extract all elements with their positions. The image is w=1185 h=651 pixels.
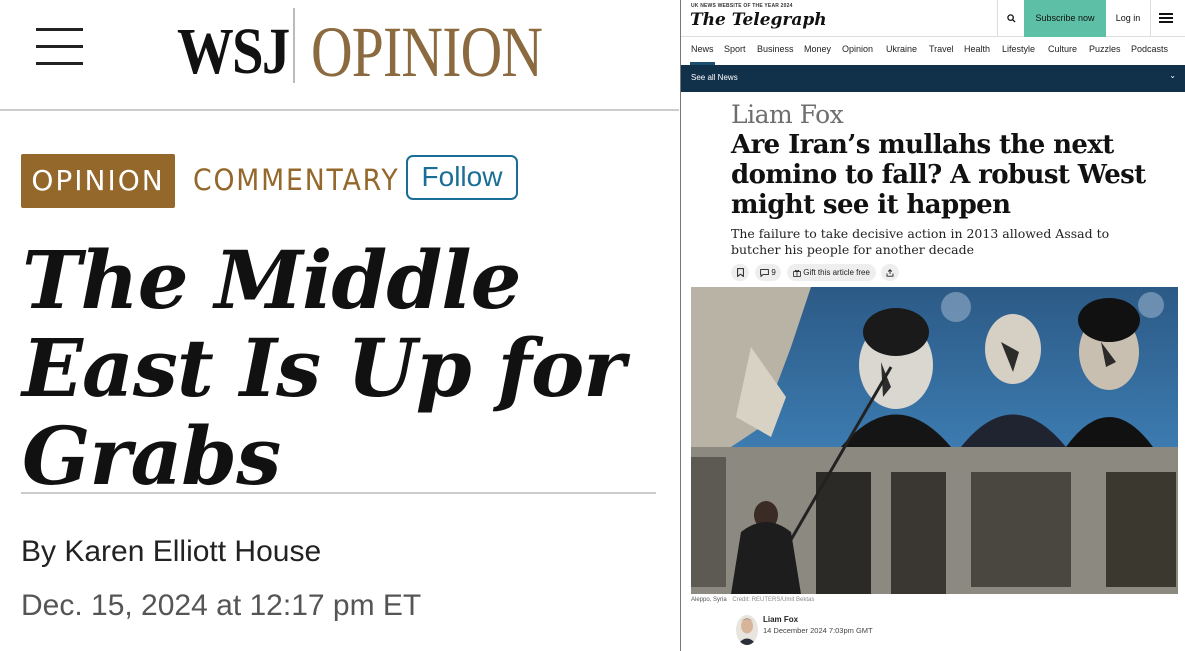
search-button[interactable] [997, 0, 1024, 37]
nav-item-opinion[interactable]: Opinion [842, 44, 873, 54]
author-name[interactable]: Liam Fox [731, 100, 844, 130]
caption-credit: Credit: REUTERS/Umit Bektas [732, 597, 815, 603]
subscribe-button[interactable]: Subscribe now [1024, 0, 1106, 37]
wsj-logo[interactable]: WSJ [177, 14, 290, 90]
byline[interactable]: By Karen Elliott House [21, 533, 321, 571]
comment-icon [760, 269, 770, 278]
nav-item-sport[interactable]: Sport [724, 44, 746, 54]
section-badge[interactable]: OPINION [21, 154, 175, 208]
caption-location: Aleppo, Syria [691, 597, 727, 603]
hamburger-icon[interactable] [1159, 13, 1173, 24]
search-icon [1006, 13, 1016, 23]
gift-article-button[interactable]: Gift this article free [787, 264, 876, 281]
award-tagline: UK NEWS WEBSITE OF THE YEAR 2024 [691, 3, 793, 9]
sub-nav-bar: See all News ⌄ [681, 65, 1185, 92]
photo-caption: Aleppo, Syria Credit: REUTERS/Umit Bekta… [691, 597, 814, 603]
nav-item-puzzles[interactable]: Puzzles [1089, 44, 1121, 54]
logo-divider [293, 8, 295, 83]
category-label[interactable]: COMMENTARY [193, 160, 399, 200]
opinion-logo[interactable]: OPINION [311, 12, 543, 92]
nav-item-lifestyle[interactable]: Lifestyle [1002, 44, 1035, 54]
telegraph-panel: UK NEWS WEBSITE OF THE YEAR 2024 The Tel… [680, 0, 1185, 651]
article-title: Are Iran’s mullahs the next domino to fa… [731, 130, 1146, 220]
nav-item-business[interactable]: Business [757, 44, 794, 54]
article-headline: The Middle East Is Up for Grabs [22, 233, 625, 503]
share-button[interactable] [881, 264, 899, 281]
login-button[interactable]: Log in [1106, 0, 1151, 37]
hamburger-icon[interactable] [36, 28, 83, 66]
wsj-panel: WSJ OPINION OPINION COMMENTARY Follow Th… [0, 0, 679, 651]
mural-photo [691, 287, 1178, 594]
telegraph-logo[interactable]: The Telegraph [690, 10, 827, 30]
nav-item-culture[interactable]: Culture [1048, 44, 1077, 54]
nav-item-money[interactable]: Money [804, 44, 831, 54]
comments-count: 9 [771, 268, 776, 277]
telegraph-topbar: UK NEWS WEBSITE OF THE YEAR 2024 The Tel… [681, 0, 1185, 37]
gift-icon [793, 269, 801, 277]
follow-button[interactable]: Follow [406, 155, 518, 200]
nav-item-travel[interactable]: Travel [929, 44, 954, 54]
section-nav: News Sport Business Money Opinion Ukrain… [681, 37, 1185, 65]
avatar[interactable] [736, 615, 758, 645]
author-portrait [736, 615, 758, 645]
see-all-news-link[interactable]: See all News [691, 73, 738, 82]
bookmark-button[interactable] [731, 264, 749, 281]
nav-item-news[interactable]: News [691, 44, 714, 54]
share-icon [886, 269, 894, 277]
divider [21, 492, 656, 494]
gift-label: Gift this article free [803, 268, 870, 277]
article-standfirst: The failure to take decisive action in 2… [731, 226, 1110, 257]
wsj-header: WSJ OPINION [0, 0, 679, 111]
nav-item-health[interactable]: Health [964, 44, 990, 54]
chevron-down-icon[interactable]: ⌄ [1169, 71, 1176, 80]
article-photo[interactable] [691, 287, 1178, 594]
byline-author[interactable]: Liam Fox [763, 615, 798, 624]
comments-button[interactable]: 9 [755, 264, 781, 281]
nav-item-ukraine[interactable]: Ukraine [886, 44, 917, 54]
bookmark-icon [736, 268, 744, 278]
nav-item-podcasts[interactable]: Podcasts [1131, 44, 1168, 54]
publish-date: Dec. 15, 2024 at 12:17 pm ET [21, 589, 422, 622]
byline-date: 14 December 2024 7:03pm GMT [763, 626, 873, 635]
